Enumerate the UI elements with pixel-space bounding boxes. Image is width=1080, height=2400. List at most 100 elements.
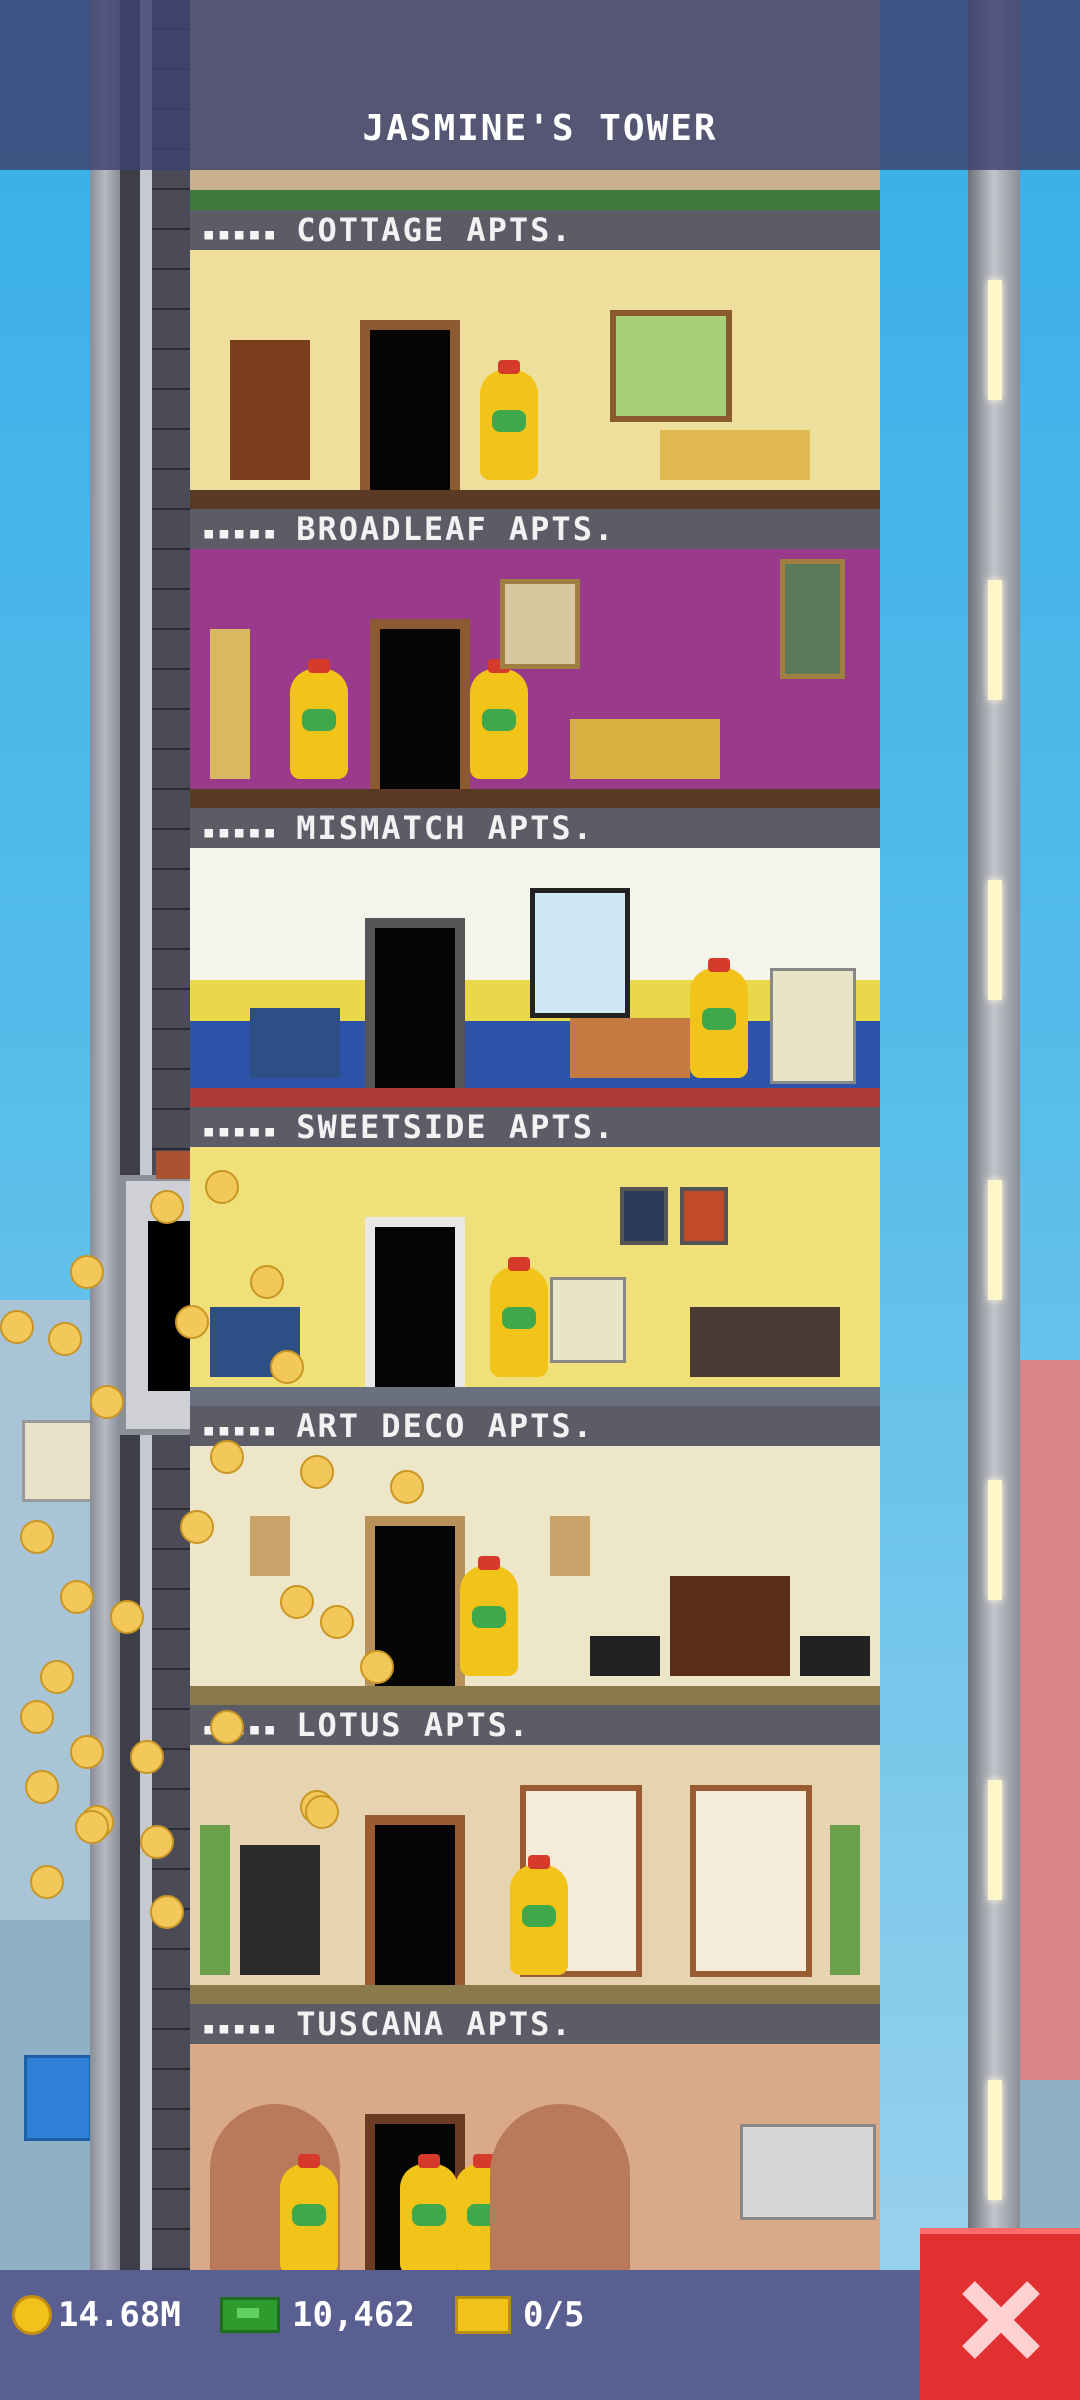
ticket-icon [455, 2296, 511, 2334]
floor-mismatch[interactable]: ▪▪▪▪▪ MISMATCH APTS. [190, 808, 880, 1107]
coin-icon [12, 2295, 52, 2335]
bookshelf [230, 340, 310, 480]
room [190, 848, 880, 1098]
bitizen-character[interactable] [460, 1556, 518, 1676]
floor-broadleaf[interactable]: ▪▪▪▪▪ BROADLEAF APTS. [190, 509, 880, 808]
kitchen-cabinet [740, 2124, 876, 2220]
floor-banner: ▪▪▪▪▪LOTUS APTS. [190, 1705, 880, 1745]
window-light [988, 1180, 1002, 1300]
apartment-door[interactable] [360, 320, 460, 500]
fireplace [670, 1576, 790, 1676]
coin-particle [180, 1510, 214, 1544]
star-rating: ▪▪▪▪▪ [202, 222, 279, 247]
apartment-door[interactable] [370, 619, 470, 799]
bamboo-plant [830, 1825, 860, 1975]
coin-particle [250, 1265, 284, 1299]
coin-particle [300, 1455, 334, 1489]
room [190, 1745, 880, 1995]
picture-frame [680, 1187, 728, 1245]
floor-cottage[interactable]: ▪▪▪▪▪ COTTAGE APTS. [190, 210, 880, 509]
floor-art-deco[interactable]: ▪▪▪▪▪ ART DECO APTS. [190, 1406, 880, 1705]
bitizen-character[interactable] [490, 1257, 548, 1377]
bitizen-character[interactable] [690, 958, 748, 1078]
floor-lotus[interactable]: ▪▪▪▪▪LOTUS APTS. [190, 1705, 880, 2004]
bitizen-character[interactable] [470, 659, 528, 779]
floor-divider [190, 1985, 880, 2004]
coin-particle [60, 1580, 94, 1614]
tower-title[interactable]: JASMINE'S TOWER [0, 108, 1080, 149]
room [190, 2044, 880, 2294]
window [610, 310, 732, 422]
floor-name: COTTAGE APTS. [296, 211, 573, 249]
coin-particle [20, 1520, 54, 1554]
bux-icon [220, 2297, 280, 2333]
lamp [210, 629, 250, 779]
star-rating: ▪▪▪▪▪ [202, 2016, 279, 2041]
coin-particle [75, 1810, 109, 1844]
arcade-machine [770, 968, 856, 1084]
floor-banner: ▪▪▪▪▪ COTTAGE APTS. [190, 210, 880, 250]
window-light [988, 580, 1002, 700]
arch-alcove [490, 2104, 630, 2270]
elevator-rail [140, 0, 152, 2270]
status-bar [0, 2270, 1080, 2400]
floor-banner: ▪▪▪▪▪ MISMATCH APTS. [190, 808, 880, 848]
picture-frame [620, 1187, 668, 1245]
window-light [988, 880, 1002, 1000]
apartment-door[interactable] [365, 918, 465, 1098]
window-light [988, 2080, 1002, 2200]
coin-particle [150, 1190, 184, 1224]
floor-divider [190, 1686, 880, 1705]
coin-particle [130, 1740, 164, 1774]
floor-banner: ▪▪▪▪▪ BROADLEAF APTS. [190, 509, 880, 549]
apartment-door[interactable] [365, 1217, 465, 1397]
coins-display[interactable]: 14.68M [12, 2295, 181, 2335]
floor-name: SWEETSIDE APTS. [296, 1108, 616, 1146]
room [190, 250, 880, 500]
fries-sign [22, 1420, 96, 1502]
shoji-screen [690, 1785, 812, 1977]
coin-particle [90, 1385, 124, 1419]
coin-particle [25, 1770, 59, 1804]
window-light [988, 280, 1002, 400]
coin-particle [40, 1660, 74, 1694]
tickets-display[interactable]: 0/5 [455, 2295, 584, 2335]
bitizen-character[interactable] [290, 659, 348, 779]
billboard-sign [24, 2055, 92, 2141]
floor-name: BROADLEAF APTS. [296, 510, 616, 548]
sofa [660, 430, 810, 480]
coin-particle [280, 1585, 314, 1619]
floor-name: MISMATCH APTS. [296, 809, 594, 847]
chair [590, 1636, 660, 1676]
bitizen-character[interactable] [280, 2154, 338, 2274]
sofa [570, 719, 720, 779]
bux-display[interactable]: 10,462 [220, 2295, 415, 2335]
floor-name: ART DECO APTS. [296, 1407, 594, 1445]
bitizen-character[interactable] [510, 1855, 568, 1975]
coin-particle [205, 1170, 239, 1204]
coin-particle [270, 1350, 304, 1384]
close-icon [960, 2280, 1040, 2360]
coin-particle [210, 1440, 244, 1474]
floor-name: LOTUS APTS. [296, 1706, 531, 1744]
close-button[interactable] [920, 2228, 1080, 2400]
coin-particle [390, 1470, 424, 1504]
coin-particle [20, 1700, 54, 1734]
coin-particle [110, 1600, 144, 1634]
floor-divider [190, 190, 880, 210]
floor-tuscana[interactable]: ▪▪▪▪▪ TUSCANA APTS. [190, 2004, 880, 2294]
bux-value: 10,462 [292, 2295, 415, 2335]
coin-particle [305, 1795, 339, 1829]
coin-particle [150, 1895, 184, 1929]
floor-banner: ▪▪▪▪▪ SWEETSIDE APTS. [190, 1107, 880, 1147]
coin-particle [30, 1865, 64, 1899]
bitizen-character[interactable] [400, 2154, 458, 2274]
floor-divider [190, 1088, 880, 1107]
coin-particle [70, 1735, 104, 1769]
sofa [690, 1307, 840, 1377]
wall-sconce [550, 1516, 590, 1576]
floor-name: TUSCANA APTS. [296, 2005, 573, 2043]
bitizen-character[interactable] [480, 360, 538, 480]
apartment-door[interactable] [365, 1815, 465, 1995]
window [530, 888, 630, 1018]
